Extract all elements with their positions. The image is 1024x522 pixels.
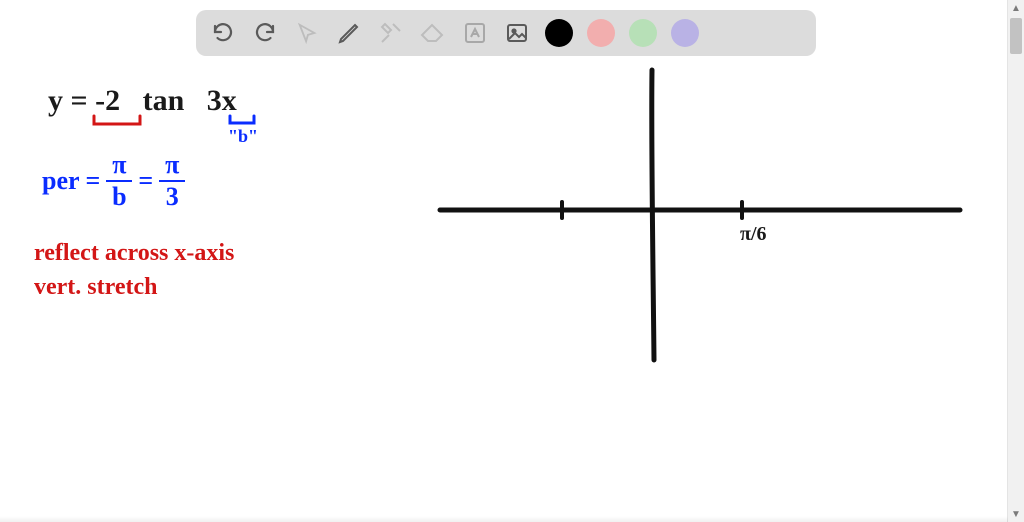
swatch-black bbox=[545, 19, 573, 47]
eq-coef: -2 bbox=[95, 84, 120, 117]
hammer-wrench-icon bbox=[379, 21, 403, 45]
per-eq2: = bbox=[138, 166, 153, 196]
pointer-icon bbox=[296, 22, 318, 44]
scroll-up-arrow[interactable]: ▲ bbox=[1008, 0, 1024, 16]
b-label: "b" bbox=[228, 126, 258, 147]
undo-icon bbox=[211, 21, 235, 45]
per-label: per bbox=[42, 166, 80, 196]
per-num1: π bbox=[112, 152, 126, 178]
eq-lhs: y bbox=[48, 84, 63, 117]
pencil-icon bbox=[337, 21, 361, 45]
per-eq: = bbox=[86, 166, 101, 196]
pencil-button[interactable] bbox=[332, 16, 366, 50]
pointer-button[interactable] bbox=[290, 16, 324, 50]
footer-shadow bbox=[0, 516, 1008, 522]
color-purple[interactable] bbox=[668, 16, 702, 50]
axes-sketch bbox=[420, 60, 990, 420]
equation-line: y = -2 tan 3x bbox=[48, 84, 237, 118]
swatch-green bbox=[629, 19, 657, 47]
x-tick-label: π/6 bbox=[740, 220, 767, 246]
redo-button[interactable] bbox=[248, 16, 282, 50]
eraser-icon bbox=[420, 23, 446, 43]
color-green[interactable] bbox=[626, 16, 660, 50]
drawing-toolbar bbox=[196, 10, 816, 56]
whiteboard-canvas[interactable]: y = -2 tan 3x "b" per = π b = π 3 reflec… bbox=[0, 60, 1008, 522]
eq-equals: = bbox=[71, 84, 88, 117]
per-den2: 3 bbox=[166, 184, 179, 210]
eraser-button[interactable] bbox=[416, 16, 450, 50]
eq-argvar: x bbox=[222, 84, 237, 117]
color-black[interactable] bbox=[542, 16, 576, 50]
swatch-purple bbox=[671, 19, 699, 47]
note-reflect: reflect across x-axis bbox=[34, 240, 234, 267]
per-den1: b bbox=[112, 184, 126, 210]
period-line: per = π b = π 3 bbox=[42, 152, 185, 210]
eq-argcoef: 3 bbox=[207, 84, 222, 117]
image-icon bbox=[505, 21, 529, 45]
image-button[interactable] bbox=[500, 16, 534, 50]
scrollbar-thumb[interactable] bbox=[1010, 18, 1022, 54]
vertical-scrollbar[interactable]: ▲ ▼ bbox=[1007, 0, 1024, 522]
text-icon bbox=[463, 21, 487, 45]
note-stretch: vert. stretch bbox=[34, 274, 158, 301]
tools-button[interactable] bbox=[374, 16, 408, 50]
undo-button[interactable] bbox=[206, 16, 240, 50]
coef-bracket bbox=[92, 114, 142, 132]
color-red[interactable] bbox=[584, 16, 618, 50]
redo-icon bbox=[253, 21, 277, 45]
per-num2: π bbox=[165, 152, 179, 178]
scroll-down-arrow[interactable]: ▼ bbox=[1008, 506, 1024, 522]
text-button[interactable] bbox=[458, 16, 492, 50]
swatch-red bbox=[587, 19, 615, 47]
eq-fn: tan bbox=[143, 84, 185, 117]
